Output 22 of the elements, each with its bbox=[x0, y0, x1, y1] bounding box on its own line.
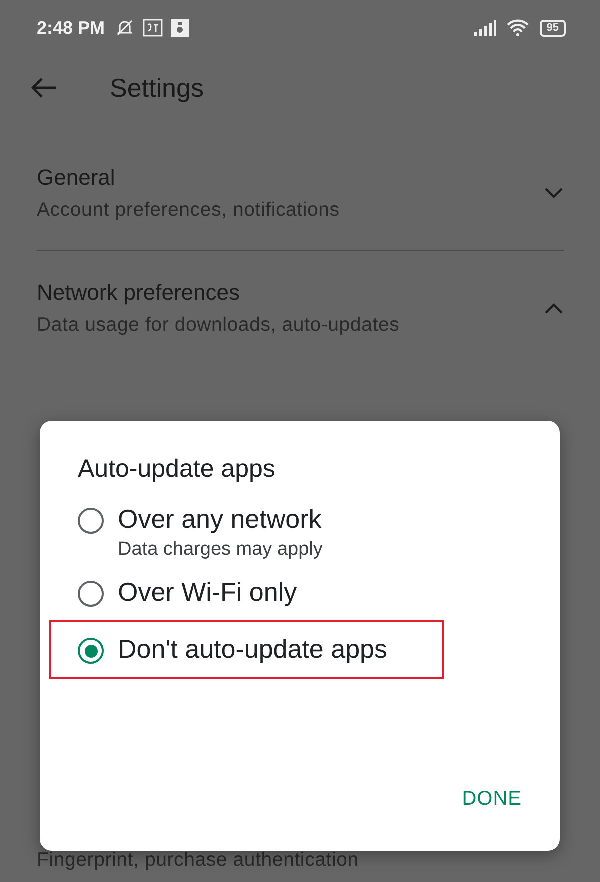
option-hint: Data charges may apply bbox=[118, 539, 323, 561]
section-subtitle: Account preferences, notifications bbox=[37, 198, 341, 222]
collapse-chevron-icon[interactable] bbox=[544, 302, 564, 314]
signal-icon bbox=[474, 20, 496, 36]
radio-button[interactable] bbox=[78, 638, 104, 664]
back-button[interactable] bbox=[30, 76, 58, 100]
section-subtitle: Data usage for downloads, auto-updates bbox=[37, 314, 401, 336]
radio-button[interactable] bbox=[78, 581, 104, 607]
option-label[interactable]: Don't auto-update apps bbox=[118, 634, 388, 665]
section-subtitle: Fingerprint, purchase authentication bbox=[36, 849, 360, 872]
done-button[interactable]: DONE bbox=[462, 782, 522, 817]
notification-icon bbox=[143, 19, 164, 37]
clock-time: 2:48 PM bbox=[37, 18, 106, 38]
option-label[interactable]: Over Wi-Fi only bbox=[118, 577, 298, 608]
dialog-title: Auto-update apps bbox=[78, 455, 276, 484]
muted-bell-icon bbox=[115, 18, 136, 38]
radio-button[interactable] bbox=[78, 508, 104, 534]
option-label[interactable]: Over any network bbox=[118, 504, 323, 535]
page-title: Settings bbox=[110, 72, 204, 104]
expand-chevron-icon[interactable] bbox=[544, 187, 564, 199]
wifi-icon bbox=[506, 19, 530, 37]
battery-level: 95 bbox=[540, 20, 566, 36]
